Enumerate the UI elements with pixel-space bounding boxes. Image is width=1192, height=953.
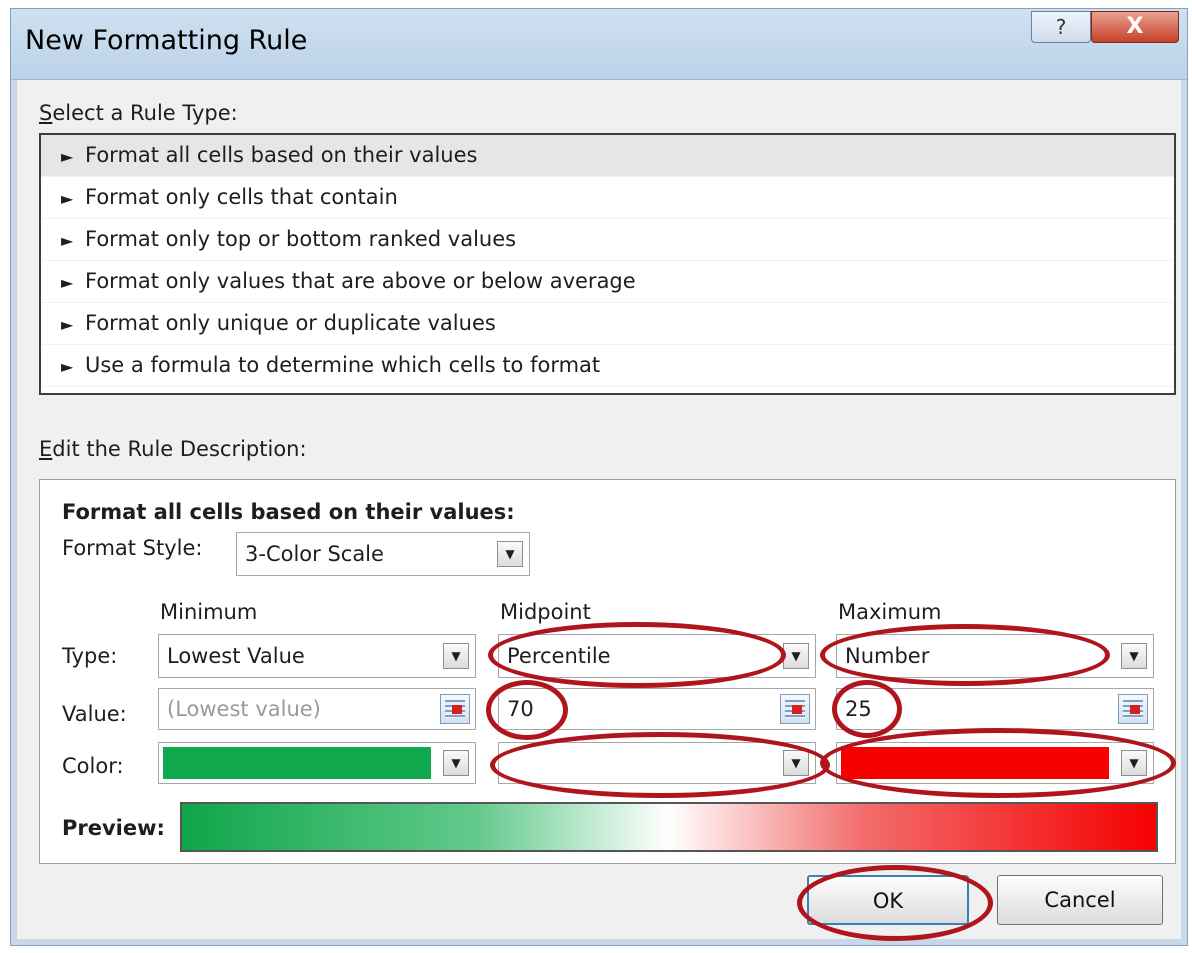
chevron-down-icon[interactable]: ▼ [1121,750,1147,776]
maximum-value-field[interactable]: 25 [836,688,1154,730]
rule-description-label-rest: dit the Rule Description: [52,437,307,461]
rule-type-item[interactable]: ► Format only cells that contain [41,177,1174,219]
maximum-color-picker[interactable]: ▼ [836,742,1154,784]
rule-description-heading: Format all cells based on their values: [62,500,515,524]
maximum-color-swatch [841,747,1109,779]
rule-type-item[interactable]: ► Format all cells based on their values [41,135,1174,177]
midpoint-color-dropdown[interactable]: ▼ [771,743,815,783]
ok-button[interactable]: OK [807,875,969,925]
rule-description-section-label: Edit the Rule Description: [39,437,307,461]
cancel-button[interactable]: Cancel [997,875,1163,925]
midpoint-header: Midpoint [500,600,591,624]
maximum-color-dropdown[interactable]: ▼ [1109,743,1153,783]
midpoint-value: 70 [507,697,534,721]
minimum-color-picker[interactable]: ▼ [158,742,476,784]
dialog-title: New Formatting Rule [25,25,308,56]
format-style-value: 3-Color Scale [245,542,384,566]
midpoint-color-picker[interactable]: ▼ [498,742,816,784]
rule-type-item-label: Format only unique or duplicate values [85,311,496,335]
help-button[interactable]: ? [1031,11,1091,43]
chevron-down-icon[interactable]: ▼ [783,750,809,776]
maximum-value: 25 [845,697,872,721]
rule-type-list[interactable]: ► Format all cells based on their values ►… [39,133,1176,395]
minimum-color-dropdown[interactable]: ▼ [431,743,475,783]
midpoint-value-field[interactable]: 70 [498,688,816,730]
minimum-value-placeholder: (Lowest value) [167,697,321,721]
preview-label: Preview: [62,816,165,840]
midpoint-color-swatch [503,747,771,779]
minimum-type-select[interactable]: Lowest Value ▼ [158,634,476,678]
rule-type-section-label: Select a Rule Type: [39,101,238,125]
title-bar[interactable]: New Formatting Rule ? X [11,9,1187,80]
minimum-header: Minimum [160,600,258,624]
arrow-right-icon: ► [61,189,74,208]
range-selector-icon[interactable] [1118,694,1148,724]
rule-type-item[interactable]: ► Use a formula to determine which cells … [41,345,1174,387]
rule-description-panel: Format all cells based on their values: … [39,479,1176,864]
close-button[interactable]: X [1091,11,1179,43]
minimum-value-field: (Lowest value) [158,688,476,730]
arrow-right-icon: ► [61,231,74,250]
minimum-type-value: Lowest Value [167,644,305,668]
chevron-down-icon[interactable]: ▼ [497,541,523,567]
midpoint-type-value: Percentile [507,644,611,668]
rule-type-item[interactable]: ► Format only values that are above or be… [41,261,1174,303]
arrow-right-icon: ► [61,357,74,376]
new-formatting-rule-dialog: New Formatting Rule ? X Select a Rule Ty… [10,8,1188,946]
rule-type-item[interactable]: ► Format only unique or duplicate values [41,303,1174,345]
value-row-label: Value: [62,702,127,726]
format-style-select[interactable]: 3-Color Scale ▼ [236,532,530,576]
midpoint-type-select[interactable]: Percentile ▼ [498,634,816,678]
rule-type-item-label: Format only cells that contain [85,185,398,209]
color-row-label: Color: [62,754,124,778]
minimum-color-swatch [163,747,431,779]
chevron-down-icon[interactable]: ▼ [443,643,469,669]
format-style-label: Format Style: [62,536,203,560]
rule-type-item-label: Format only values that are above or bel… [85,269,636,293]
arrow-right-icon: ► [61,273,74,292]
chevron-down-icon[interactable]: ▼ [783,643,809,669]
maximum-header: Maximum [838,600,942,624]
range-selector-icon[interactable] [780,694,810,724]
rule-type-item-label: Use a formula to determine which cells t… [85,353,601,377]
color-scale-preview [180,802,1158,852]
range-selector-icon[interactable] [440,694,470,724]
rule-type-label-rest: elect a Rule Type: [52,101,238,125]
rule-type-item-label: Format all cells based on their values [85,143,478,167]
rule-type-item-label: Format only top or bottom ranked values [85,227,517,251]
maximum-type-value: Number [845,644,930,668]
maximum-type-select[interactable]: Number ▼ [836,634,1154,678]
type-row-label: Type: [62,644,118,668]
arrow-right-icon: ► [61,147,74,166]
chevron-down-icon[interactable]: ▼ [443,750,469,776]
rule-type-item[interactable]: ► Format only top or bottom ranked values [41,219,1174,261]
chevron-down-icon[interactable]: ▼ [1121,643,1147,669]
arrow-right-icon: ► [61,315,74,334]
